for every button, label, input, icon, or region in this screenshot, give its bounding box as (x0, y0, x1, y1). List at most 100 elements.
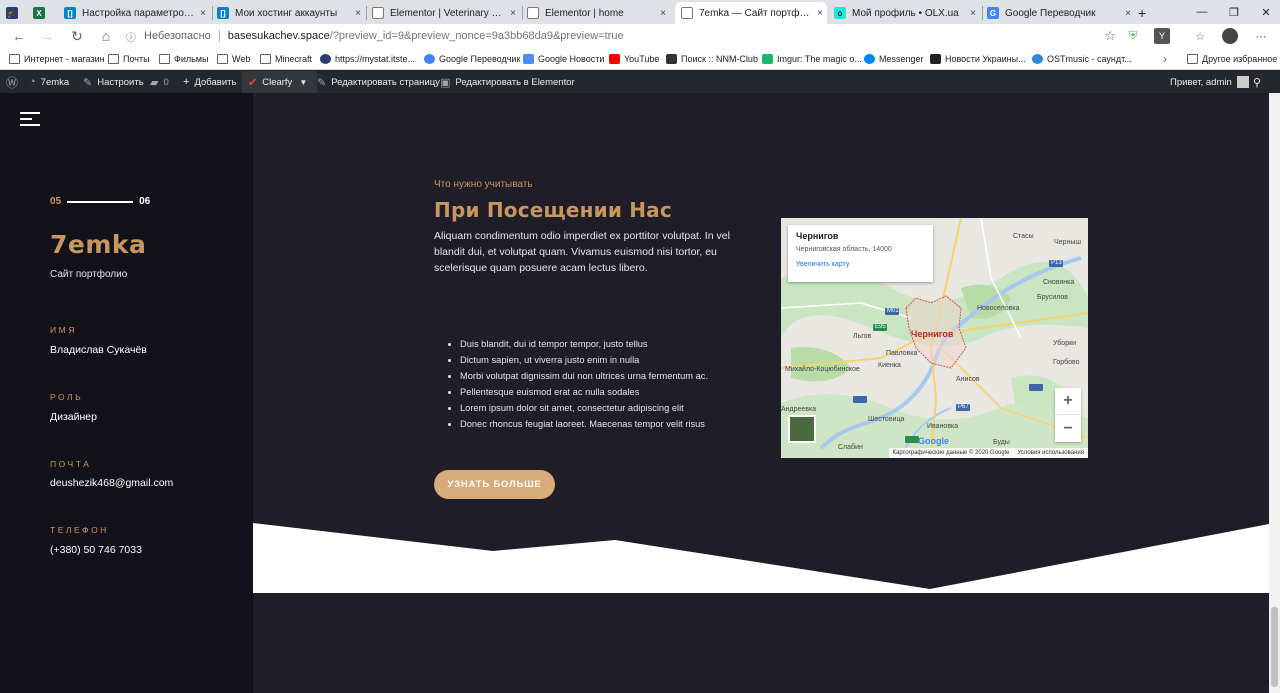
wordpress-icon: Ⓦ (6, 75, 19, 90)
tab-label: 7emka — Сайт портфолио (699, 7, 813, 19)
star-icon[interactable]: ☆ (1104, 28, 1116, 44)
browser-tab-pinned-2[interactable]: X (33, 2, 57, 24)
bookmark-item[interactable]: Google Переводчик (424, 52, 520, 66)
site-name[interactable]: ◔ 7emka (29, 71, 69, 93)
bookmark-label: Web (232, 54, 251, 64)
google-map[interactable]: Чернигов Черниговская область, 14000 Уве… (781, 218, 1088, 458)
bookmark-item[interactable]: OSTmusic - саундт... (1032, 52, 1132, 66)
chevron-right-icon[interactable]: › (1163, 52, 1167, 66)
map-info-card: Чернигов Черниговская область, 14000 Уве… (788, 225, 933, 282)
learn-more-button[interactable]: УЗНАТЬ БОЛЬШЕ (434, 470, 555, 499)
brand-title[interactable]: 7emka (50, 230, 146, 259)
bookmark-label: Фильмы (174, 54, 209, 64)
map-place-address: Черниговская область, 14000 (796, 246, 892, 253)
bookmark-item[interactable]: Фильмы (159, 52, 208, 66)
tab-close-icon[interactable]: × (966, 8, 980, 19)
role-value: Дизайнер (50, 411, 97, 423)
browser-tab[interactable]: Elementor | Veterinary > Conta × (372, 2, 520, 24)
account-menu[interactable]: Привет, admin (1170, 71, 1249, 93)
tab-close-icon[interactable]: × (506, 8, 520, 19)
plus-icon: + (183, 76, 190, 88)
favorites-icon[interactable]: ☆ (1192, 28, 1208, 44)
comment-icon: ▰ (150, 76, 159, 89)
shield-icon[interactable]: ⛨ (1125, 28, 1141, 44)
comments-link[interactable]: ▰ 0 (150, 71, 169, 93)
bookmark-item[interactable]: https://mystat.itste... (320, 52, 415, 66)
address-bar[interactable]: ⓘ Небезопасно basesukachev.space/?previe… (126, 26, 1116, 46)
reload-button[interactable]: ↻ (66, 26, 88, 46)
url-path: /?preview_id=9&preview_nonce=9a3bb68da9&… (329, 30, 624, 42)
customize-link[interactable]: ✎ Настроить (83, 71, 144, 93)
list-item: Morbi volutpat dignissim dui non ultrice… (460, 368, 760, 384)
bookmark-item[interactable]: Imgur: The magic o... (762, 52, 862, 66)
map-terms-link[interactable]: Условия использования (1017, 450, 1084, 456)
browser-tab-active[interactable]: 7emka — Сайт портфолио × (675, 2, 827, 24)
zoom-out-button[interactable]: − (1055, 415, 1081, 442)
divider (218, 30, 220, 42)
brand-subtitle: Сайт портфолио (50, 269, 128, 280)
browser-tab[interactable]: o Мой профиль • OLX.ua × (834, 2, 980, 24)
avatar[interactable] (1222, 28, 1238, 44)
browser-tab[interactable]: [] Мои хостинг аккаунты × (217, 2, 365, 24)
new-tab-button[interactable]: + (1138, 2, 1154, 24)
map-label: Брусилов (1037, 294, 1069, 301)
bookmark-item[interactable]: Поиск :: NNM-Club (666, 52, 758, 66)
browser-tab[interactable]: Elementor | home × (527, 2, 670, 24)
bookmark-item[interactable]: Minecraft (260, 52, 312, 66)
road-shield: P13 (1051, 260, 1062, 266)
tab-close-icon[interactable]: × (196, 8, 210, 19)
reload-icon: ↻ (71, 27, 83, 44)
tab-close-icon[interactable]: × (1121, 8, 1135, 19)
clearfy-label: Clearfy (262, 76, 293, 88)
map-label: Андреевка (781, 406, 817, 413)
tab-close-icon[interactable]: × (813, 8, 827, 19)
bookmarks-bar: Интернет - магазин Почты Фильмы Web Mine… (0, 48, 1280, 70)
tab-separator (522, 6, 523, 20)
tab-separator (366, 6, 367, 20)
bookmark-item[interactable]: Почты (108, 52, 150, 66)
browser-tab[interactable]: [] Настройка параметров сайта × (62, 2, 210, 24)
phone-label: ТЕЛЕФОН (50, 525, 109, 535)
bookmark-item[interactable]: Messenger (864, 52, 924, 66)
bookmark-item[interactable]: Web (217, 52, 250, 66)
maximize-button[interactable]: ❐ (1218, 0, 1250, 24)
page-icon (681, 7, 693, 19)
back-button[interactable]: ← (8, 26, 30, 46)
wordpress-logo[interactable]: Ⓦ (6, 71, 23, 93)
forward-button[interactable]: → (36, 26, 58, 46)
excel-icon: X (33, 7, 45, 19)
more-icon[interactable]: ⋯ (1253, 28, 1269, 44)
scrollbar-thumb[interactable] (1271, 607, 1278, 687)
bookmark-label: Другое избранное (1202, 54, 1278, 64)
security-status[interactable]: Небезопасно (144, 30, 211, 42)
translate-icon: G (987, 7, 999, 19)
bookmark-item[interactable]: YouTube (609, 52, 659, 66)
browser-tab-pinned-1[interactable]: 🎓 (6, 2, 30, 24)
tab-close-icon[interactable]: × (351, 8, 365, 19)
satellite-toggle[interactable] (788, 415, 816, 443)
edit-elementor-link[interactable]: ▣ Редактировать в Elementor (440, 71, 575, 93)
bookmark-item[interactable]: Новости Украины... (930, 52, 1026, 66)
add-new-link[interactable]: + Добавить (183, 71, 236, 93)
home-button[interactable]: ⌂ (95, 26, 117, 46)
page-scrollbar[interactable] (1269, 93, 1280, 693)
site-name-label: 7emka (40, 76, 70, 88)
enlarge-map-link[interactable]: Увеличить карту (796, 261, 925, 268)
bookmark-label: Новости Украины... (945, 54, 1026, 64)
menu-icon[interactable] (20, 112, 40, 126)
search-button[interactable]: ⚲ (1253, 71, 1266, 93)
other-bookmarks[interactable]: Другое избранное (1187, 52, 1277, 66)
browser-tab[interactable]: G Google Переводчик × (987, 2, 1135, 24)
clearfy-icon: ✔ (248, 76, 258, 89)
close-window-button[interactable]: ✕ (1250, 0, 1280, 24)
extension-icon[interactable]: Y (1154, 28, 1170, 44)
zoom-in-button[interactable]: + (1055, 388, 1081, 415)
edit-page-link[interactable]: ✎ Редактировать страницу (317, 71, 440, 93)
tab-close-icon[interactable]: × (656, 8, 670, 19)
minimize-button[interactable]: — (1186, 0, 1218, 24)
bookmark-item[interactable]: Google Новости (523, 52, 604, 66)
greeting-label: Привет, admin (1170, 76, 1232, 88)
clearfy-menu[interactable]: ✔ Clearfy ▼ (242, 71, 318, 93)
bookmark-item[interactable]: Интернет - магазин (9, 52, 105, 66)
map-label: Шестовица (868, 416, 905, 423)
